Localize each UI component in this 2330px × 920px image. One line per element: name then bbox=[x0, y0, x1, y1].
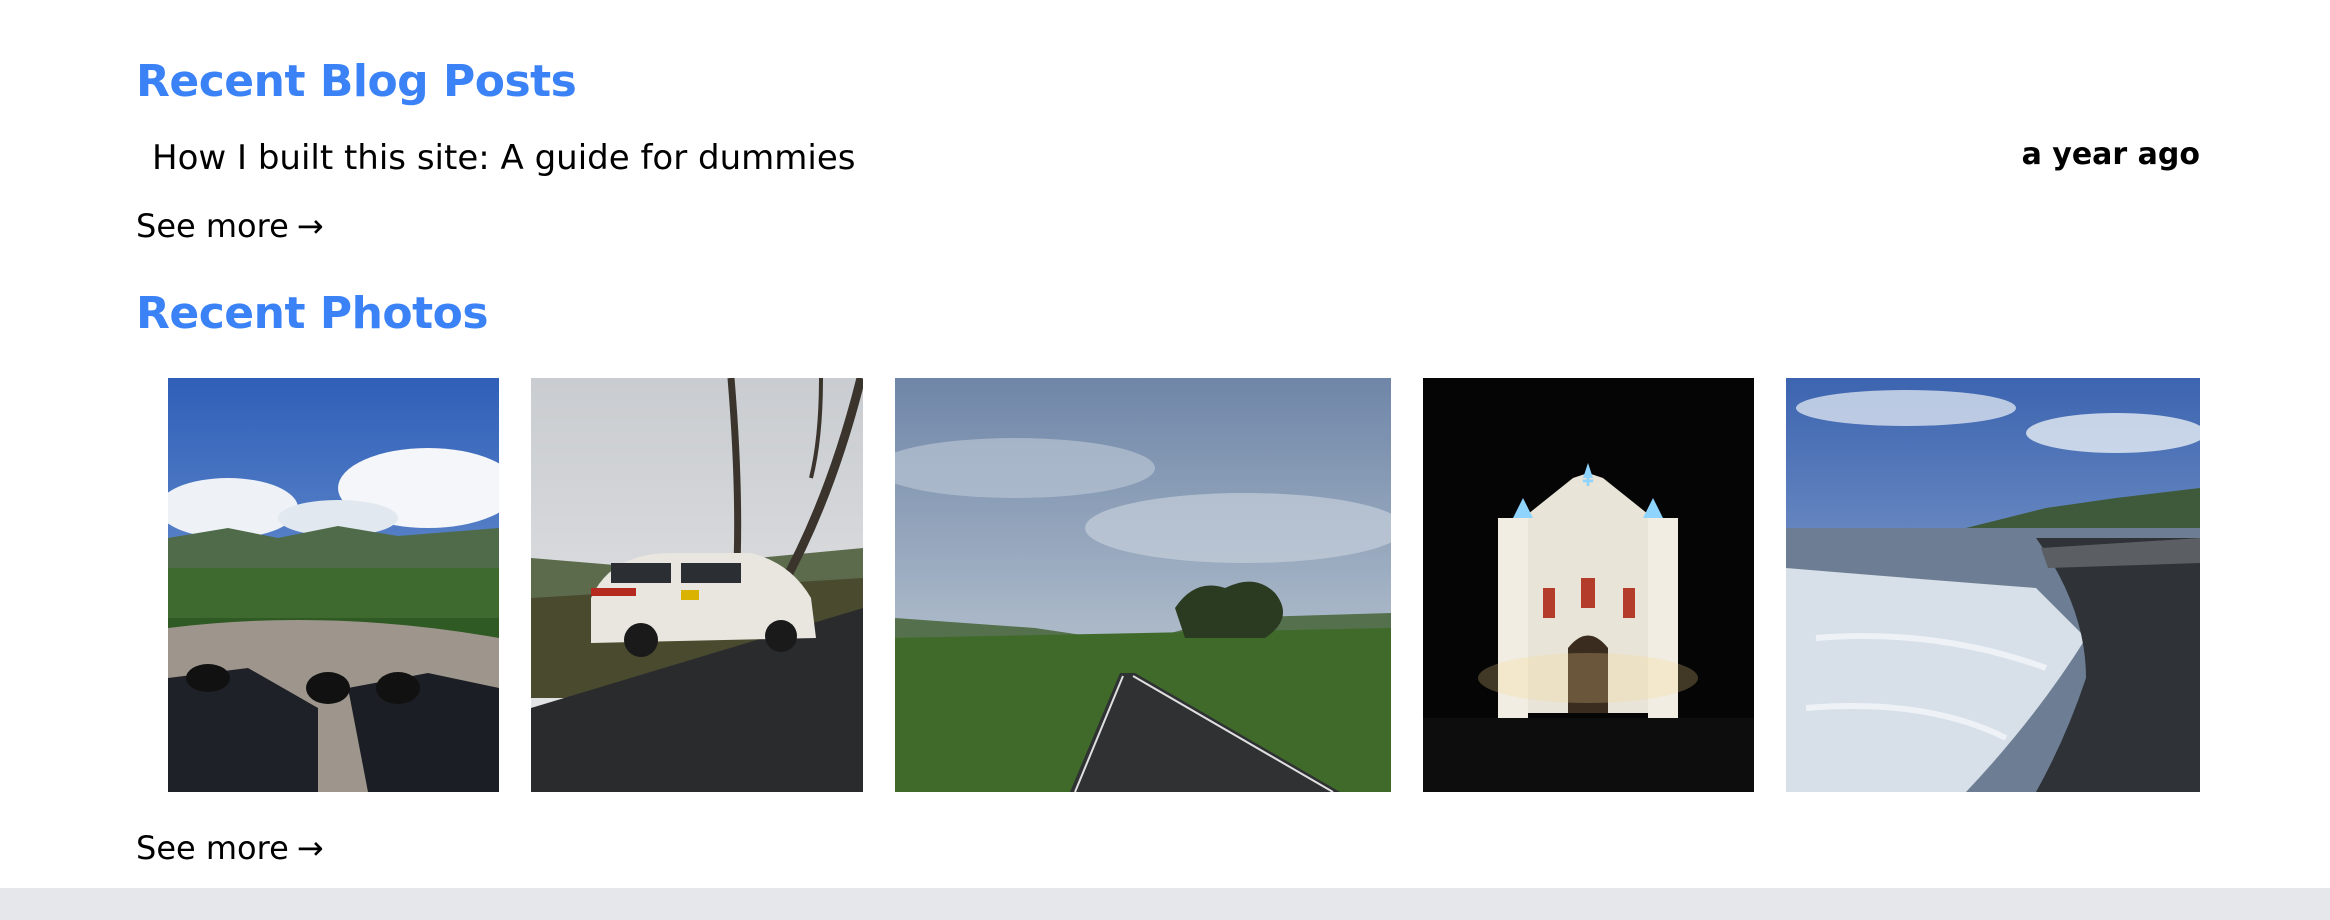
see-more-label: See more bbox=[136, 829, 289, 867]
see-more-photos-link[interactable]: See more → bbox=[136, 829, 324, 867]
blog-post-title-link[interactable]: How I built this site: A guide for dummi… bbox=[152, 138, 855, 178]
hilltop-view-image bbox=[168, 378, 499, 792]
photo-hilltop-view[interactable] bbox=[168, 378, 499, 792]
coastal-waves-image bbox=[1786, 378, 2200, 792]
photo-empty-road[interactable] bbox=[895, 378, 1391, 792]
arrow-right-icon: → bbox=[296, 207, 324, 245]
photo-coastal-waves[interactable] bbox=[1786, 378, 2200, 792]
recent-blog-posts-heading: Recent Blog Posts bbox=[136, 56, 577, 107]
recent-photos-heading: Recent Photos bbox=[136, 288, 489, 339]
photo-white-suv[interactable] bbox=[531, 378, 863, 792]
blog-post-date: a year ago bbox=[2021, 136, 2200, 172]
empty-road-image bbox=[895, 378, 1391, 792]
blog-post-row[interactable]: How I built this site: A guide for dummi… bbox=[152, 136, 2200, 179]
svg-text:✚: ✚ bbox=[1582, 474, 1594, 490]
photo-church-night[interactable]: ✚ bbox=[1423, 378, 1754, 792]
see-more-label: See more bbox=[136, 207, 289, 245]
footer-bar bbox=[0, 888, 2330, 920]
see-more-posts-link[interactable]: See more → bbox=[136, 207, 324, 245]
church-night-image: ✚ bbox=[1423, 378, 1754, 792]
white-suv-image bbox=[531, 378, 863, 792]
arrow-right-icon: → bbox=[296, 829, 324, 867]
